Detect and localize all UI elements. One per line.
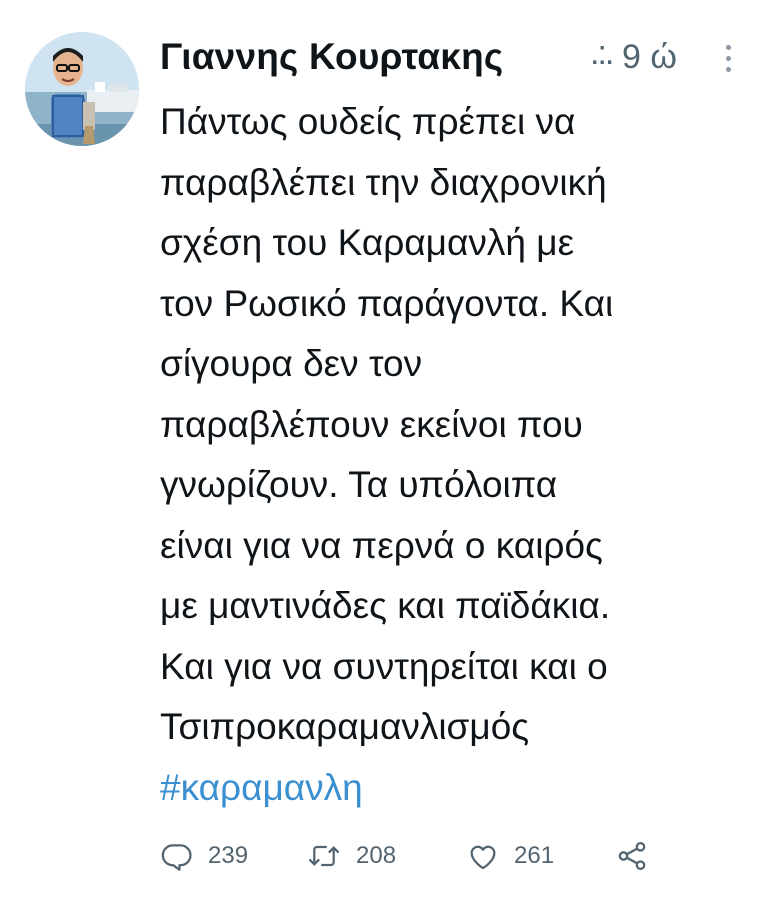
reply-count: 239	[208, 842, 249, 869]
tweet-text-line: γνωρίζουν. Τα υπόλοιπα	[160, 464, 558, 505]
heart-icon	[470, 845, 496, 870]
reply-button[interactable]: 239	[160, 836, 248, 876]
display-name[interactable]: Γιαννης Κουρτακης	[160, 36, 503, 78]
tweet-text-line: Τσιπροκαραμανλισμός	[160, 706, 530, 747]
hashtag-link[interactable]: #καραμανλη	[160, 758, 760, 819]
timestamp[interactable]: 9 ώ	[622, 38, 677, 77]
tweet-header: Γιαννης Κουρτακης .:. 9 ώ	[160, 30, 760, 90]
tweet[interactable]: Γιαννης Κουρτακης .:. 9 ώ Πάντως ουδείς …	[0, 0, 768, 901]
like-button[interactable]: 261	[466, 836, 554, 876]
tweet-text-line: σχέση του Καραμανλή με	[160, 222, 575, 263]
tweet-text: Πάντως ουδείς πρέπει να παραβλέπει την δ…	[160, 92, 760, 818]
more-vertical-icon[interactable]	[718, 40, 738, 80]
retweet-count: 208	[356, 842, 397, 869]
retweet-icon	[308, 845, 340, 867]
tweet-text-line: Και για να συντηρείται και ο	[160, 645, 608, 687]
retweet-button[interactable]: 208	[306, 836, 396, 876]
tweet-text-line: Πάντως ουδείς πρέπει να	[160, 101, 576, 142]
tweet-text-line: τον Ρωσικό παράγοντα. Και	[160, 282, 614, 324]
tweet-text-line: σίγουρα δεν τον	[160, 343, 423, 384]
share-button[interactable]	[615, 836, 649, 876]
share-icon	[618, 841, 646, 871]
tweet-text-line: με μαντινάδες και παϊδάκια.	[160, 585, 611, 626]
name-truncation: .:.	[590, 34, 614, 72]
reply-icon	[161, 844, 192, 871]
like-count: 261	[514, 842, 555, 869]
tweet-text-line: είναι για να περνά ο καιρός	[160, 524, 603, 566]
tweet-actions: 239 208 261	[160, 836, 720, 876]
tweet-text-line: παραβλέπουν εκείνοι που	[160, 403, 583, 445]
avatar-image	[25, 32, 139, 146]
tweet-text-line: παραβλέπει την διαχρονική	[160, 161, 607, 203]
avatar[interactable]	[25, 32, 139, 146]
